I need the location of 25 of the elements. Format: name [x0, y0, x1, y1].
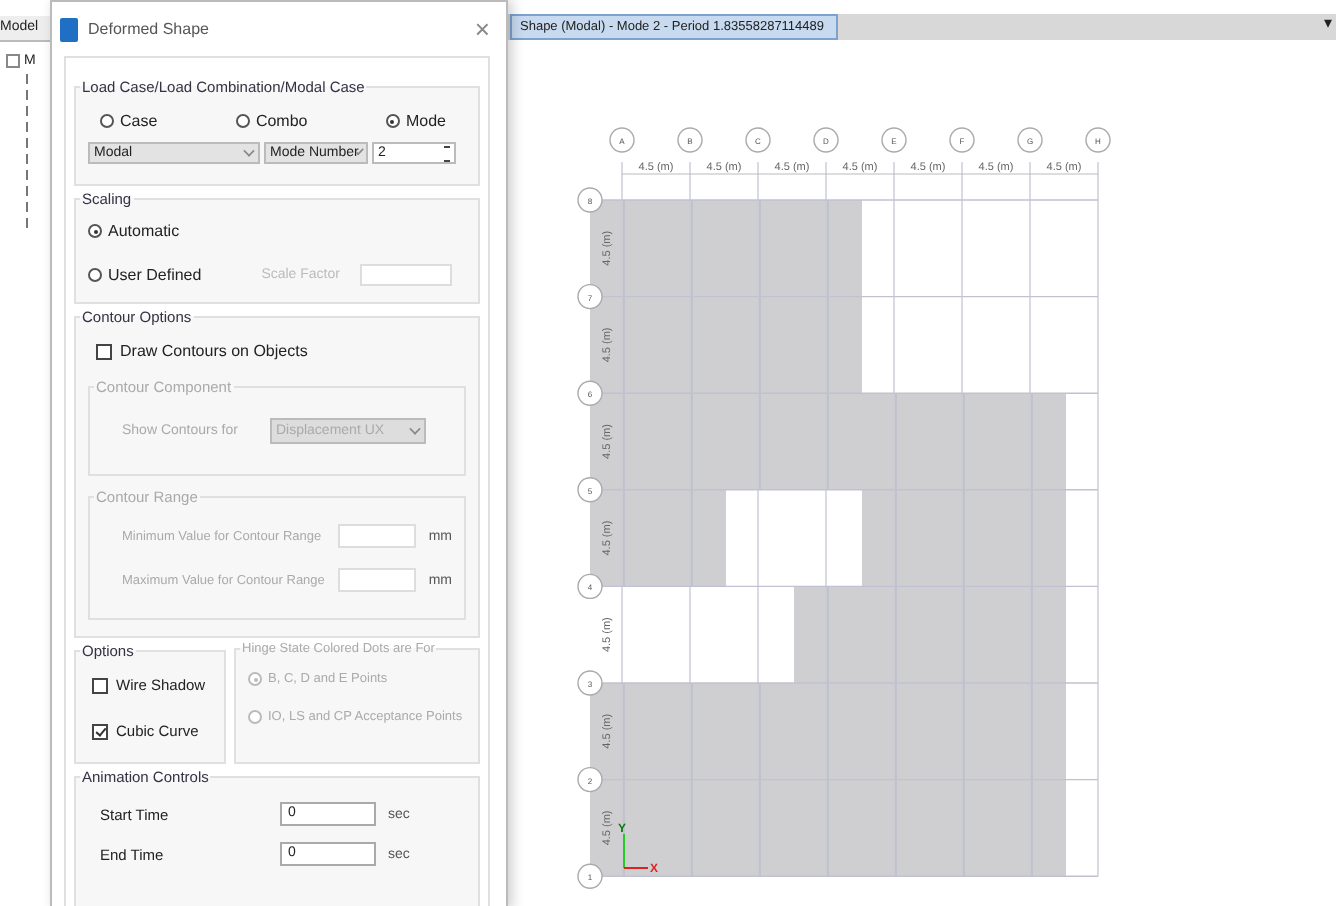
dialog-title: Deformed Shape	[88, 20, 211, 38]
radio-button[interactable]: Case	[100, 112, 158, 130]
tree-node-icon[interactable]	[26, 106, 34, 116]
tree-node-icon[interactable]	[26, 170, 34, 180]
close-button[interactable]: ×	[470, 14, 494, 44]
tree-node-icon[interactable]	[26, 90, 34, 100]
tree-node-icon[interactable]	[26, 122, 34, 132]
tree-node-icon[interactable]	[26, 74, 34, 84]
tree-node-icon[interactable]	[26, 154, 34, 164]
tree-node-icon[interactable]	[26, 186, 34, 196]
app-icon	[60, 17, 78, 41]
input-field[interactable]	[338, 524, 417, 548]
radio-button[interactable]: Automatic	[88, 222, 466, 240]
tab-menu-arrow[interactable]: ▾	[1324, 14, 1336, 40]
caret-icon	[356, 147, 365, 155]
radio-button[interactable]: Combo	[235, 112, 308, 130]
radio-button[interactable]: Mode	[385, 112, 446, 130]
collapse-icon[interactable]	[6, 54, 20, 68]
input-field[interactable]	[338, 568, 417, 592]
input-field[interactable]	[359, 264, 452, 286]
checkbox[interactable]: Draw Contours on Objects	[88, 330, 466, 366]
radio-button[interactable]: User Defined	[88, 266, 202, 284]
tree-node-icon[interactable]	[26, 138, 34, 148]
tree-node-icon[interactable]	[26, 202, 34, 212]
tree-node-icon[interactable]	[26, 218, 34, 228]
